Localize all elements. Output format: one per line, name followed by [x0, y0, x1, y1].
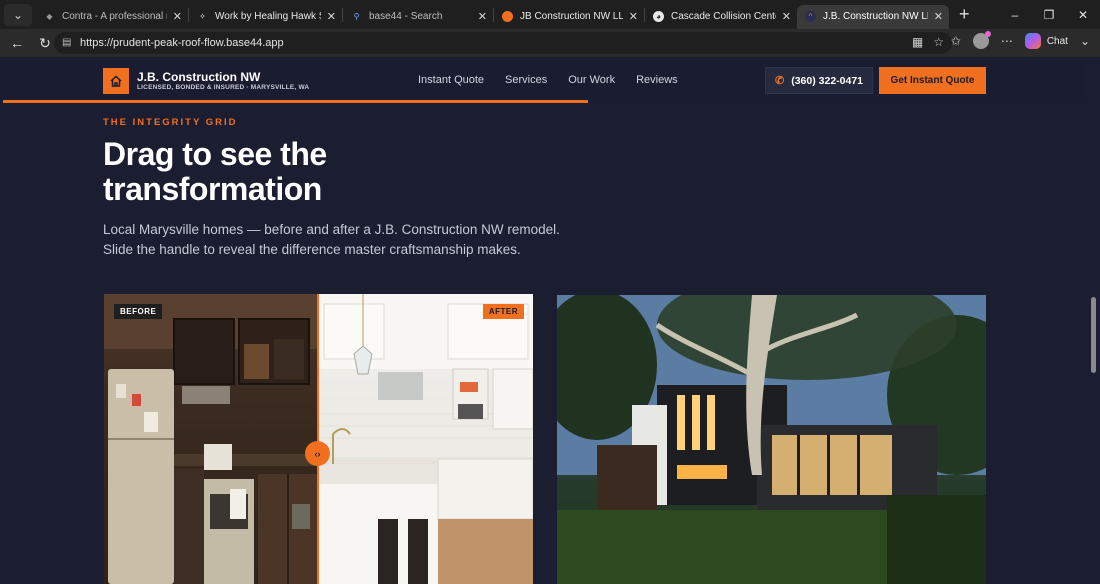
window-controls: – ❐ ✕ [998, 0, 1100, 29]
page-viewport: J.B. Construction NW LICENSED, BONDED & … [0, 57, 1100, 584]
url-text: https://prudent-peak-roof-flow.base44.ap… [80, 37, 284, 49]
brand-tagline: LICENSED, BONDED & INSURED · MARYSVILLE,… [137, 84, 310, 91]
slider-divider-line[interactable] [317, 294, 319, 584]
contra-favicon-icon: ◆ [46, 12, 53, 21]
close-tab-icon[interactable]: ✕ [782, 10, 791, 23]
main-nav: Instant Quote Services Our Work Reviews [418, 74, 699, 86]
tab-title: Work by Healing Hawk Studio [215, 11, 321, 22]
modern-house-photo[interactable] [557, 295, 986, 584]
nav-services[interactable]: Services [505, 74, 547, 86]
chevron-down-icon[interactable]: ⌄ [1080, 34, 1090, 48]
close-tab-icon[interactable]: ✕ [629, 10, 638, 23]
browser-tab-1[interactable]: ◆ Contra - A professional netw ✕ [36, 5, 188, 29]
reload-icon[interactable]: ↻ [34, 35, 56, 52]
tab-title: J.B. Construction NW LLC — I [823, 11, 928, 22]
nav-reviews[interactable]: Reviews [636, 74, 678, 86]
get-instant-quote-button[interactable]: Get Instant Quote [879, 67, 986, 94]
section-eyebrow: THE INTEGRITY GRID [103, 117, 238, 128]
browser-tab-bar: ⌄ ◆ Contra - A professional netw ✕ ✧ Wor… [0, 0, 1100, 29]
tab-title: Contra - A professional netw [62, 11, 167, 22]
browser-address-bar: ← ↻ ▤ https://prudent-peak-roof-flow.bas… [0, 29, 1100, 57]
new-tab-plus-icon[interactable]: + [959, 4, 970, 25]
favorites-icon[interactable]: ✩ [951, 34, 961, 48]
site-header: J.B. Construction NW LICENSED, BONDED & … [0, 57, 1086, 103]
brand-name[interactable]: J.B. Construction NW [137, 70, 260, 84]
before-badge: BEFORE [114, 304, 163, 319]
home-logo-icon[interactable] [103, 68, 129, 94]
nav-our-work[interactable]: Our Work [568, 74, 615, 86]
tab-actions-menu-icon[interactable]: ⌄ [4, 3, 32, 26]
close-window-icon[interactable]: ✕ [1066, 8, 1100, 22]
after-kitchen-image [318, 294, 533, 584]
scroll-progress-fill [3, 100, 588, 103]
copilot-icon [1024, 33, 1041, 49]
page-scrollbar[interactable] [1091, 297, 1096, 373]
tab-title: JB Construction NW LLC | Bas [520, 11, 623, 22]
phone-number: (360) 322-0471 [791, 74, 864, 87]
phone-icon: ✆ [775, 75, 785, 87]
browser-tab-2[interactable]: ✧ Work by Healing Hawk Studio ✕ [189, 5, 342, 29]
cascade-favicon-icon: ◕ [653, 11, 664, 22]
tab-title: Cascade Collision Center Inc. [671, 11, 776, 22]
favorite-star-icon[interactable]: ☆ [933, 35, 944, 49]
close-tab-icon[interactable]: ✕ [478, 10, 487, 23]
restore-icon[interactable]: ❐ [1032, 8, 1066, 22]
minimize-icon[interactable]: – [998, 8, 1032, 22]
after-badge: AFTER [482, 304, 524, 319]
browser-tab-3[interactable]: ⚲ base44 - Search ✕ [343, 5, 493, 29]
split-screen-icon[interactable]: ▦ [912, 35, 923, 49]
back-arrow-icon[interactable]: ← [6, 35, 28, 51]
copilot-chat-button[interactable]: Chat [1024, 33, 1068, 49]
jb-favicon-icon: ^ [805, 11, 816, 22]
close-tab-icon[interactable]: ✕ [327, 10, 336, 23]
browser-tab-6-active[interactable]: ^ J.B. Construction NW LLC — I ✕ [797, 4, 949, 29]
nav-instant-quote[interactable]: Instant Quote [418, 74, 484, 86]
scroll-progress-bar [3, 100, 1086, 103]
tab-title: base44 - Search [369, 11, 443, 22]
profile-avatar[interactable] [972, 31, 991, 49]
more-options-icon[interactable]: ⋯ [1001, 34, 1013, 48]
globe-favicon-icon: ✧ [199, 12, 206, 21]
base44-favicon-icon [502, 11, 513, 22]
section-headline: Drag to see the transformation [103, 136, 327, 207]
search-favicon-icon: ⚲ [353, 12, 360, 21]
chat-label: Chat [1046, 35, 1068, 47]
browser-tab-4[interactable]: JB Construction NW LLC | Bas ✕ [494, 5, 644, 29]
slider-handle-icon[interactable]: ‹› [305, 441, 330, 466]
phone-button[interactable]: ✆ (360) 322-0471 [765, 67, 873, 94]
site-info-icon[interactable]: ▤ [62, 37, 74, 49]
before-kitchen-image [104, 294, 318, 584]
close-tab-icon[interactable]: ✕ [173, 10, 182, 23]
before-after-slider[interactable]: ‹› BEFORE AFTER [104, 294, 533, 584]
close-tab-icon[interactable]: ✕ [934, 10, 943, 23]
url-field[interactable]: ▤ https://prudent-peak-roof-flow.base44.… [54, 32, 952, 54]
section-subtitle: Local Marysville homes — before and afte… [103, 222, 560, 257]
browser-tab-5[interactable]: ◕ Cascade Collision Center Inc. ✕ [645, 5, 797, 29]
